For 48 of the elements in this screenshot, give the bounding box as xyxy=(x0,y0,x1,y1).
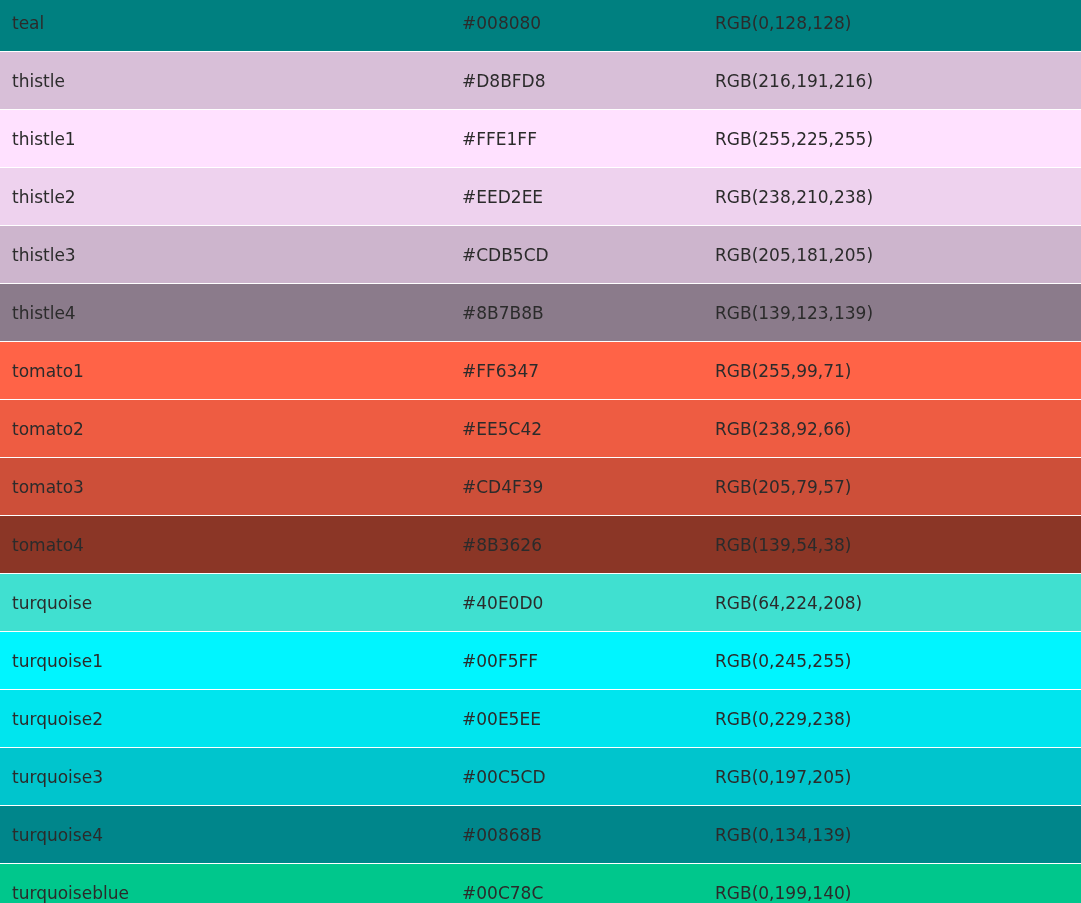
color-name: turquoise4 xyxy=(12,824,103,845)
color-name: tomato2 xyxy=(12,418,84,439)
hex-code: #8B7B8B xyxy=(462,302,544,323)
rgb-value: RGB(216,191,216) xyxy=(715,70,874,91)
hex-code: #FF6347 xyxy=(462,360,540,381)
color-name: teal xyxy=(12,12,45,33)
hex-code: #8B3626 xyxy=(462,534,542,555)
color-name: thistle4 xyxy=(12,302,76,323)
rgb-value: RGB(238,210,238) xyxy=(715,186,874,207)
color-name: thistle3 xyxy=(12,244,76,265)
rgb-value: RGB(255,99,71) xyxy=(715,360,852,381)
hex-code: #00E5EE xyxy=(462,708,541,729)
rgb-value: RGB(0,128,128) xyxy=(715,12,852,33)
rgb-value: RGB(139,54,38) xyxy=(715,534,852,555)
rgb-value: RGB(205,79,57) xyxy=(715,476,852,497)
color-name: turquoise3 xyxy=(12,766,103,787)
rgb-value: RGB(64,224,208) xyxy=(715,592,863,613)
rgb-value: RGB(0,229,238) xyxy=(715,708,852,729)
rgb-value: RGB(0,134,139) xyxy=(715,824,852,845)
rgb-value: RGB(255,225,255) xyxy=(715,128,874,149)
color-name: turquoise xyxy=(12,592,93,613)
hex-code: #D8BFD8 xyxy=(462,70,546,91)
rgb-value: RGB(0,245,255) xyxy=(715,650,852,671)
hex-code: #FFE1FF xyxy=(462,128,537,149)
rgb-value: RGB(238,92,66) xyxy=(715,418,852,439)
hex-code: #008080 xyxy=(462,12,542,33)
hex-code: #EE5C42 xyxy=(462,418,543,439)
color-name: thistle xyxy=(12,70,65,91)
hex-code: #40E0D0 xyxy=(462,592,544,613)
rgb-value: RGB(0,197,205) xyxy=(715,766,852,787)
hex-code: #CDB5CD xyxy=(462,244,549,265)
color-name: tomato1 xyxy=(12,360,84,381)
hex-code: #00C5CD xyxy=(462,766,546,787)
rgb-value: RGB(205,181,205) xyxy=(715,244,874,265)
hex-code: #CD4F39 xyxy=(462,476,544,497)
color-name: turquoiseblue xyxy=(12,882,129,903)
color-name: turquoise2 xyxy=(12,708,103,729)
color-name: thistle2 xyxy=(12,186,76,207)
color-name: tomato4 xyxy=(12,534,84,555)
color-name: tomato3 xyxy=(12,476,84,497)
color-name: turquoise1 xyxy=(12,650,103,671)
hex-code: #00868B xyxy=(462,824,542,845)
color-name: thistle1 xyxy=(12,128,76,149)
rgb-value: RGB(0,199,140) xyxy=(715,882,852,903)
rgb-value: RGB(139,123,139) xyxy=(715,302,874,323)
hex-code: #00C78C xyxy=(462,882,544,903)
hex-code: #00F5FF xyxy=(462,650,539,671)
hex-code: #EED2EE xyxy=(462,186,544,207)
